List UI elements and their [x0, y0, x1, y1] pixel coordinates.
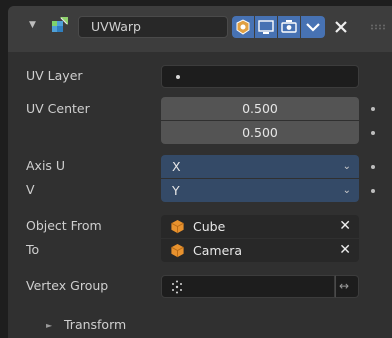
uv-center-v-field[interactable]: 0.500 — [161, 121, 359, 144]
axis-v-value: Y — [172, 183, 180, 198]
axis-u-value: X — [172, 159, 181, 174]
uv-center-v-keyframe-dot[interactable] — [371, 131, 375, 135]
render-camera-icon — [281, 20, 297, 33]
object-to-label: To — [26, 242, 40, 257]
modifier-name-field[interactable]: UVWarp — [78, 16, 228, 38]
uv-center-u-field[interactable]: 0.500 — [161, 97, 359, 120]
uv-center-u-value: 0.500 — [242, 101, 278, 116]
realtime-toggle[interactable] — [255, 16, 277, 38]
axis-v-keyframe-dot[interactable] — [371, 189, 375, 193]
object-from-field[interactable]: Cube ✕ — [161, 215, 359, 238]
double-arrow-icon: ↔ — [339, 279, 350, 293]
axis-u-dropdown[interactable]: X ⌄ — [161, 155, 359, 178]
object-to-field[interactable]: Camera ✕ — [161, 239, 359, 262]
render-toggle[interactable] — [278, 16, 300, 38]
edit-mode-toggle[interactable] — [232, 16, 254, 38]
transform-expand-triangle-icon[interactable]: ► — [46, 321, 52, 330]
uv-center-v-value: 0.500 — [242, 125, 278, 140]
edit-mode-icon — [236, 19, 250, 35]
chevron-down-icon — [306, 23, 320, 32]
clear-object-to-icon[interactable]: ✕ — [339, 239, 351, 262]
object-cube-icon — [171, 219, 184, 234]
uvwarp-modifier-icon — [52, 17, 68, 32]
axis-v-dropdown[interactable]: Y ⌄ — [161, 179, 359, 202]
collapse-triangle-icon[interactable]: ▼ — [29, 20, 36, 30]
clear-object-from-icon[interactable]: ✕ — [339, 215, 351, 238]
vertex-group-icon — [172, 280, 182, 294]
chevron-down-icon: ⌄ — [342, 161, 351, 172]
realtime-display-icon — [258, 20, 274, 34]
uv-center-label: UV Center — [26, 101, 90, 116]
vertex-group-field[interactable] — [161, 275, 335, 298]
object-to-value: Camera — [193, 243, 243, 258]
vertex-group-label: Vertex Group — [26, 278, 109, 293]
object-from-value: Cube — [193, 219, 226, 234]
uv-layer-label: UV Layer — [26, 68, 83, 83]
uv-layer-field[interactable] — [161, 65, 359, 88]
object-from-label: Object From — [26, 218, 102, 233]
axis-u-label: Axis U — [26, 158, 66, 173]
chevron-down-icon: ⌄ — [342, 185, 351, 196]
modifier-menu-button[interactable] — [301, 16, 325, 38]
uv-center-u-keyframe-dot[interactable] — [371, 107, 375, 111]
uv-layer-dot-icon — [176, 75, 180, 79]
close-icon[interactable] — [334, 20, 348, 34]
axis-v-label: V — [26, 182, 35, 197]
object-cube-icon — [171, 243, 184, 258]
transform-subpanel-label[interactable]: Transform — [64, 317, 126, 332]
axis-u-keyframe-dot[interactable] — [371, 165, 375, 169]
modifier-name: UVWarp — [91, 19, 141, 34]
drag-handle-icon[interactable] — [370, 24, 386, 30]
invert-vertex-group-button[interactable]: ↔ — [335, 275, 359, 298]
